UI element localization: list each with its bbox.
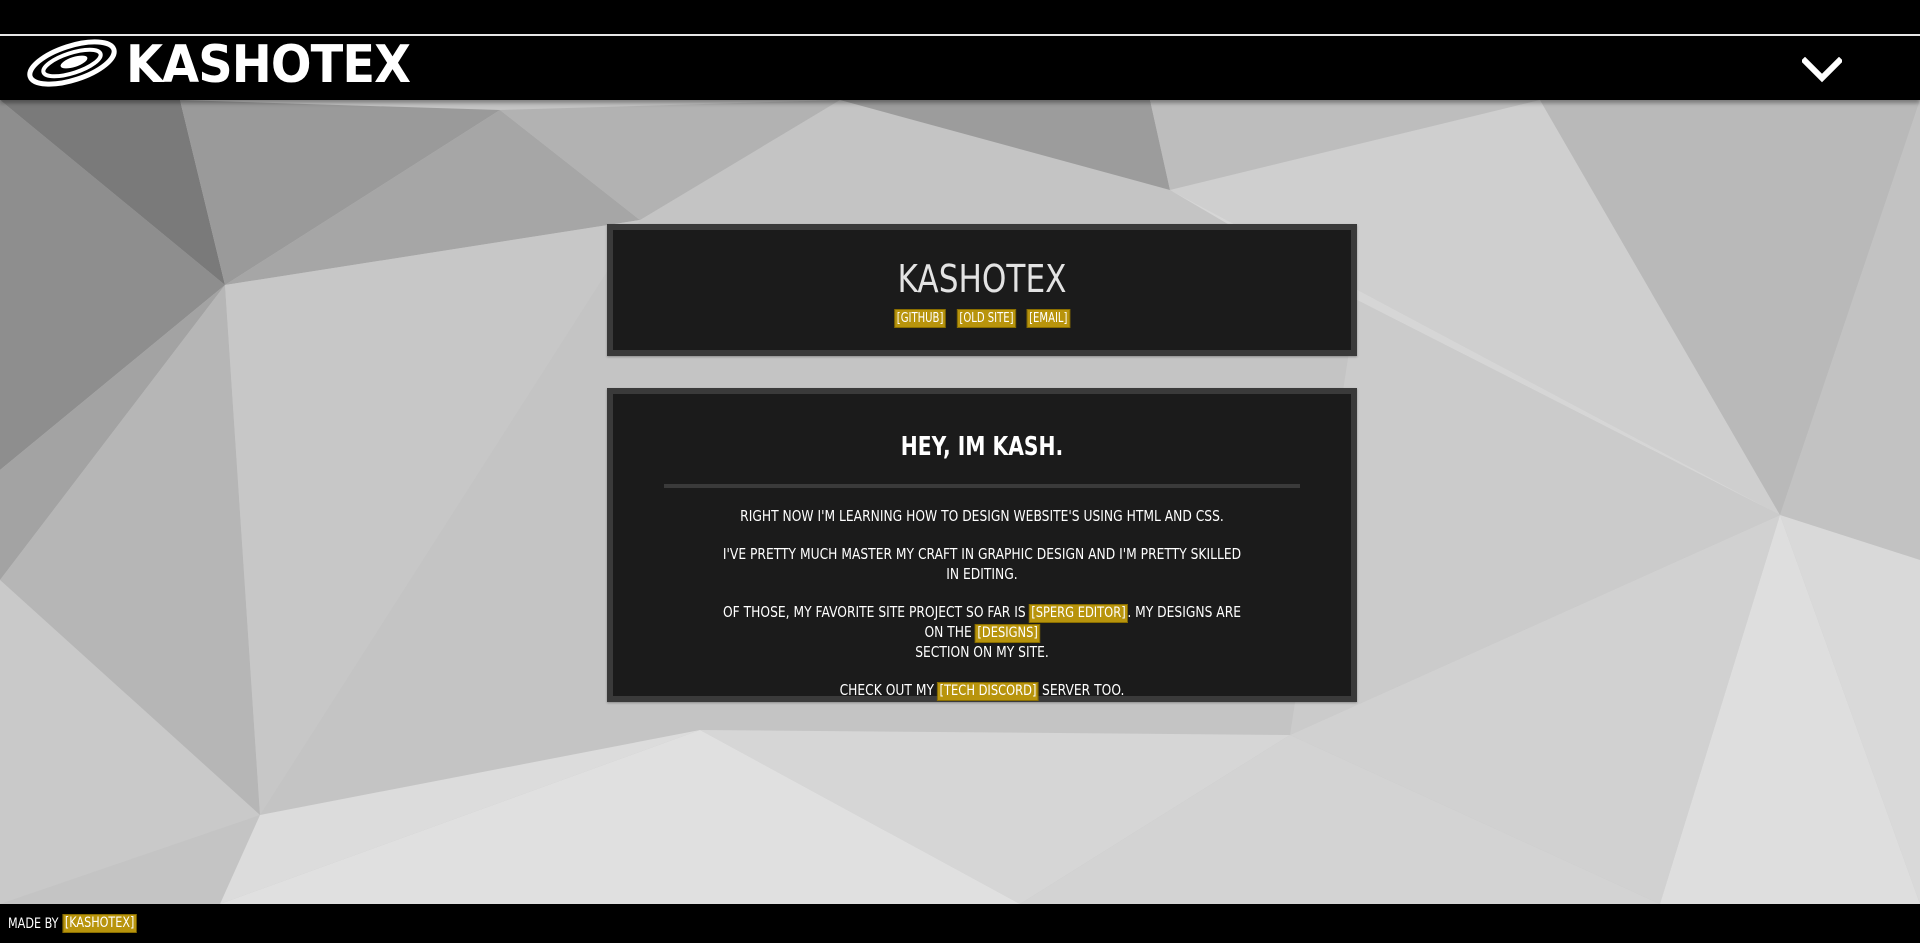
author-link[interactable]: [KASHOTEX] [62, 914, 137, 933]
intro-panel: KASHOTEX [GITHUB] [OLD SITE] [EMAIL] [607, 224, 1357, 356]
about-paragraph-4: CHECK OUT MY [TECH DISCORD] SERVER TOO. [720, 680, 1245, 701]
about-paragraph-1: RIGHT NOW I'M LEARNING HOW TO DESIGN WEB… [740, 507, 1224, 525]
paragraph-3-text-c: SECTION ON MY SITE. [915, 643, 1049, 661]
made-by-label: MADE BY [8, 915, 59, 932]
chevron-down-icon [1800, 56, 1844, 88]
about-heading: HEY, IM KASH. [900, 432, 1064, 462]
paragraph-4-text-b: SERVER TOO. [1042, 681, 1125, 699]
menu-toggle-button[interactable] [1800, 54, 1844, 90]
section-divider [664, 484, 1300, 488]
paragraph-3-text-a: OF THOSE, MY FAVORITE SITE PROJECT SO FA… [722, 603, 1026, 621]
footer: MADE BY [KASHOTEX] [0, 904, 1920, 943]
github-link[interactable]: [GITHUB] [894, 309, 947, 328]
email-link[interactable]: [EMAIL] [1026, 309, 1071, 328]
about-panel: HEY, IM KASH. RIGHT NOW I'M LEARNING HOW… [607, 388, 1357, 702]
about-paragraph-2: I'VE PRETTY MUCH MASTER MY CRAFT IN GRAP… [722, 545, 1242, 583]
page-title: KASHOTEX [897, 257, 1067, 301]
tech-discord-link[interactable]: [TECH DISCORD] [937, 682, 1039, 701]
social-links: [GITHUB] [OLD SITE] [EMAIL] [613, 309, 1351, 328]
logo-text: KASHOTEX [126, 35, 411, 95]
paragraph-4-text-a: CHECK OUT MY [839, 681, 934, 699]
site-logo[interactable]: KASHOTEX [26, 38, 435, 92]
swirl-logo-icon [26, 36, 118, 95]
old-site-link[interactable]: [OLD SITE] [957, 309, 1017, 328]
sperg-editor-link[interactable]: [SPERG EDITOR] [1028, 604, 1129, 623]
about-paragraph-3: OF THOSE, MY FAVORITE SITE PROJECT SO FA… [720, 602, 1245, 662]
designs-link[interactable]: [DESIGNS] [974, 624, 1041, 643]
top-navigation-bar: KASHOTEX [0, 0, 1920, 100]
